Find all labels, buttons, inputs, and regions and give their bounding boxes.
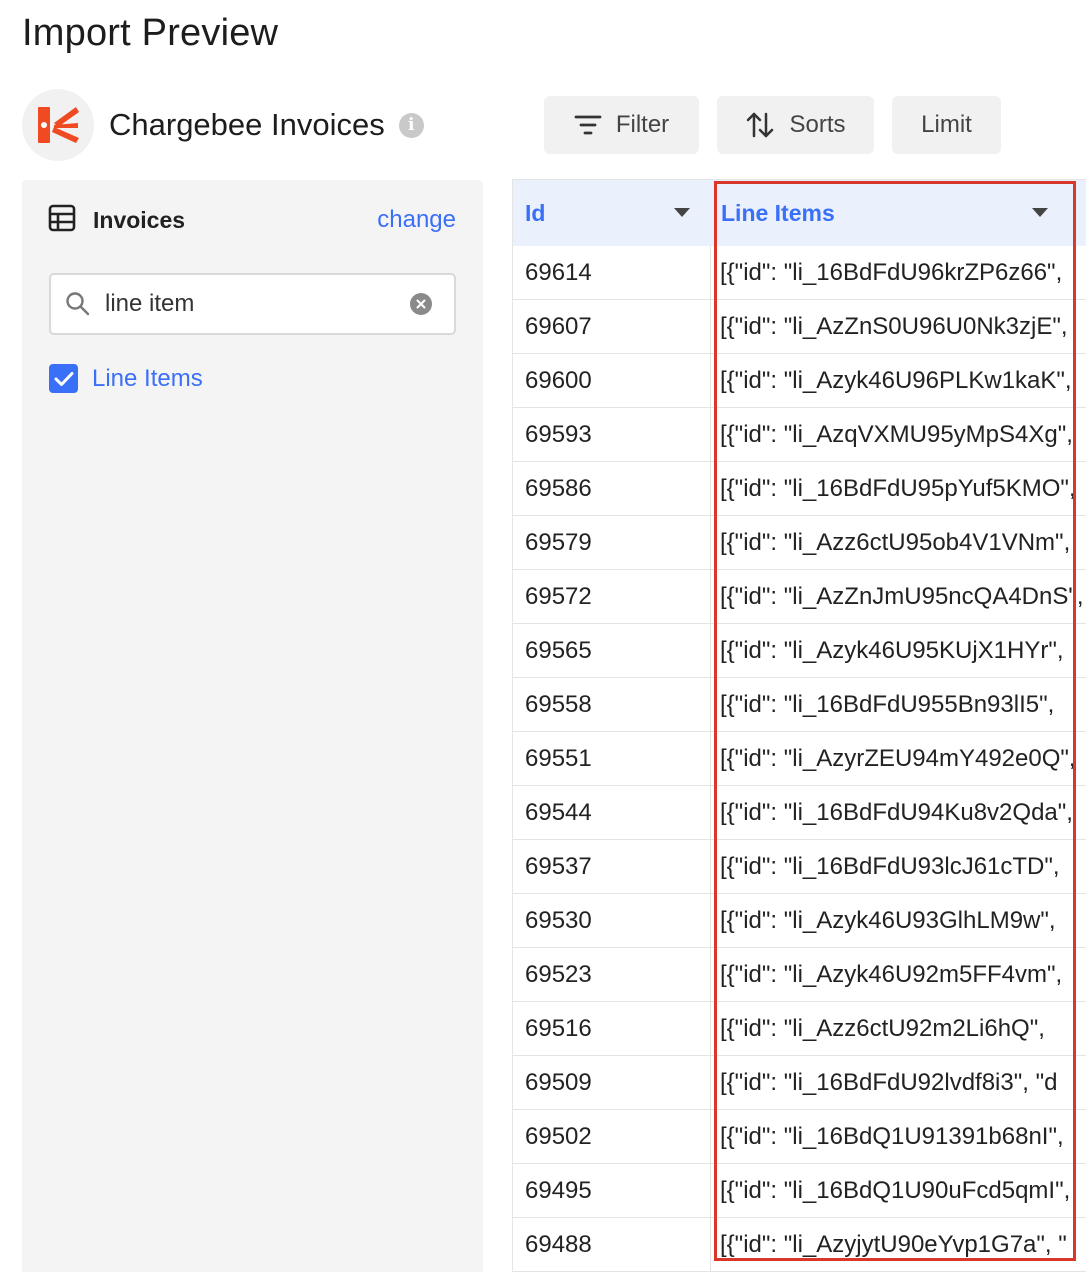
cell-line-items[interactable]: [{"id": "li_16BdFdU92lvdf8i3", "d bbox=[711, 1056, 1086, 1109]
cell-id[interactable]: 69523 bbox=[512, 948, 711, 1001]
table-row[interactable]: 69614 [{"id": "li_16BdFdU96krZP6z66", bbox=[512, 246, 1086, 300]
info-icon[interactable]: i bbox=[398, 112, 424, 138]
cell-id[interactable]: 69579 bbox=[512, 516, 711, 569]
sidebar-header: Invoices change bbox=[48, 202, 458, 238]
limit-label: Limit bbox=[921, 111, 972, 138]
search-icon bbox=[65, 291, 91, 317]
cell-line-items[interactable]: [{"id": "li_AzyjytU90eYvp1G7a", " bbox=[711, 1218, 1086, 1271]
cell-id[interactable]: 69537 bbox=[512, 840, 711, 893]
cell-id[interactable]: 69544 bbox=[512, 786, 711, 839]
cell-line-items[interactable]: [{"id": "li_16BdFdU96krZP6z66", bbox=[711, 246, 1086, 299]
table-row[interactable]: 69488 [{"id": "li_AzyjytU90eYvp1G7a", " bbox=[512, 1218, 1086, 1272]
sidebar-title: Invoices bbox=[93, 206, 186, 233]
dropdown-arrow-icon[interactable] bbox=[1032, 208, 1048, 217]
cell-id[interactable]: 69502 bbox=[512, 1110, 711, 1163]
cell-line-items[interactable]: [{"id": "li_Azyk46U96PLKw1kaK", bbox=[711, 354, 1086, 407]
cell-id[interactable]: 69586 bbox=[512, 462, 711, 515]
cell-line-items[interactable]: [{"id": "li_AzZnJmU95ncQA4DnS", bbox=[711, 570, 1086, 623]
table-row[interactable]: 69558 [{"id": "li_16BdFdU955Bn93lI5", bbox=[512, 678, 1086, 732]
cell-line-items[interactable]: [{"id": "li_16BdFdU94Ku8v2Qda", bbox=[711, 786, 1086, 839]
cell-id[interactable]: 69572 bbox=[512, 570, 711, 623]
limit-button[interactable]: Limit bbox=[892, 96, 1001, 154]
source-name: Chargebee Invoices bbox=[109, 107, 385, 142]
cell-line-items[interactable]: [{"id": "li_16BdFdU93lcJ61cTD", bbox=[711, 840, 1086, 893]
change-link[interactable]: change bbox=[377, 206, 456, 234]
table-row[interactable]: 69572 [{"id": "li_AzZnJmU95ncQA4DnS", bbox=[512, 570, 1086, 624]
cell-id[interactable]: 69614 bbox=[512, 246, 711, 299]
table-row[interactable]: 69579 [{"id": "li_Azz6ctU95ob4V1VNm", bbox=[512, 516, 1086, 570]
table-row[interactable]: 69523 [{"id": "li_Azyk46U92m5FF4vm", bbox=[512, 948, 1086, 1002]
table-row[interactable]: 69600 [{"id": "li_Azyk46U96PLKw1kaK", bbox=[512, 354, 1086, 408]
cell-id[interactable]: 69600 bbox=[512, 354, 711, 407]
cell-id[interactable]: 69593 bbox=[512, 408, 711, 461]
cell-line-items[interactable]: [{"id": "li_AzqVXMU95yMpS4Xg", bbox=[711, 408, 1086, 461]
cell-line-items[interactable]: [{"id": "li_16BdQ1U91391b68nI", bbox=[711, 1110, 1086, 1163]
filter-icon bbox=[574, 114, 602, 136]
cell-line-items[interactable]: [{"id": "li_16BdQ1U90uFcd5qmI", bbox=[711, 1164, 1086, 1217]
table-row[interactable]: 69551 [{"id": "li_AzyrZEU94mY492e0Q", bbox=[512, 732, 1086, 786]
cell-line-items[interactable]: [{"id": "li_Azyk46U93GlhLM9w", bbox=[711, 894, 1086, 947]
table-row[interactable]: 69509 [{"id": "li_16BdFdU92lvdf8i3", "d bbox=[512, 1056, 1086, 1110]
table-row[interactable]: 69516 [{"id": "li_Azz6ctU92m2Li6hQ", bbox=[512, 1002, 1086, 1056]
source-header: Chargebee Invoices i bbox=[22, 88, 424, 162]
table-row[interactable]: 69544 [{"id": "li_16BdFdU94Ku8v2Qda", bbox=[512, 786, 1086, 840]
table-body: 69614 [{"id": "li_16BdFdU96krZP6z66", 696… bbox=[512, 246, 1086, 1272]
cell-id[interactable]: 69509 bbox=[512, 1056, 711, 1109]
table-row[interactable]: 69530 [{"id": "li_Azyk46U93GlhLM9w", bbox=[512, 894, 1086, 948]
field-search[interactable] bbox=[49, 273, 456, 335]
sorts-label: Sorts bbox=[789, 111, 846, 138]
field-label: Line Items bbox=[92, 364, 203, 392]
field-item-line-items[interactable]: Line Items bbox=[49, 364, 203, 393]
cell-line-items[interactable]: [{"id": "li_Azz6ctU92m2Li6hQ", bbox=[711, 1002, 1086, 1055]
cell-id[interactable]: 69516 bbox=[512, 1002, 711, 1055]
field-sidebar: Invoices change Line Items bbox=[22, 180, 483, 1272]
cell-line-items[interactable]: [{"id": "li_Azyk46U92m5FF4vm", bbox=[711, 948, 1086, 1001]
cell-id[interactable]: 69488 bbox=[512, 1218, 711, 1271]
cell-line-items[interactable]: [{"id": "li_AzyrZEU94mY492e0Q", bbox=[711, 732, 1086, 785]
cell-line-items[interactable]: [{"id": "li_Azyk46U95KUjX1HYr", bbox=[711, 624, 1086, 677]
table-row[interactable]: 69502 [{"id": "li_16BdQ1U91391b68nI", bbox=[512, 1110, 1086, 1164]
table-header: Id Line Items bbox=[512, 180, 1086, 246]
search-input[interactable] bbox=[105, 290, 395, 318]
table-row[interactable]: 69586 [{"id": "li_16BdFdU95pYuf5KMO", bbox=[512, 462, 1086, 516]
cell-id[interactable]: 69551 bbox=[512, 732, 711, 785]
cell-id[interactable]: 69607 bbox=[512, 300, 711, 353]
clear-search-icon[interactable] bbox=[410, 293, 432, 315]
table-row[interactable]: 69565 [{"id": "li_Azyk46U95KUjX1HYr", bbox=[512, 624, 1086, 678]
page-title: Import Preview bbox=[22, 12, 279, 54]
cell-line-items[interactable]: [{"id": "li_Azz6ctU95ob4V1VNm", bbox=[711, 516, 1086, 569]
sort-arrows-icon bbox=[745, 111, 775, 139]
cell-line-items[interactable]: [{"id": "li_16BdFdU955Bn93lI5", bbox=[711, 678, 1086, 731]
column-header-label: Id bbox=[525, 199, 546, 226]
filter-label: Filter bbox=[615, 111, 670, 138]
preview-table: Id Line Items 69614 [{"id": "li_16BdFdU96… bbox=[512, 179, 1086, 1272]
cell-id[interactable]: 69565 bbox=[512, 624, 711, 677]
sorts-button[interactable]: Sorts bbox=[717, 96, 874, 154]
table-row[interactable]: 69495 [{"id": "li_16BdQ1U90uFcd5qmI", bbox=[512, 1164, 1086, 1218]
cell-id[interactable]: 69558 bbox=[512, 678, 711, 731]
table-icon bbox=[48, 204, 76, 237]
checkbox-checked-icon[interactable] bbox=[49, 364, 78, 393]
cell-line-items[interactable]: [{"id": "li_AzZnS0U96U0Nk3zjE", bbox=[711, 300, 1086, 353]
chargebee-logo-icon bbox=[22, 89, 94, 161]
cell-id[interactable]: 69530 bbox=[512, 894, 711, 947]
table-row[interactable]: 69593 [{"id": "li_AzqVXMU95yMpS4Xg", bbox=[512, 408, 1086, 462]
dropdown-arrow-icon[interactable] bbox=[674, 208, 690, 217]
column-header-label: Line Items bbox=[721, 199, 835, 226]
cell-id[interactable]: 69495 bbox=[512, 1164, 711, 1217]
column-header-line-items[interactable]: Line Items bbox=[711, 180, 1086, 246]
cell-line-items[interactable]: [{"id": "li_16BdFdU95pYuf5KMO", bbox=[711, 462, 1086, 515]
column-header-id[interactable]: Id bbox=[512, 180, 711, 246]
table-row[interactable]: 69607 [{"id": "li_AzZnS0U96U0Nk3zjE", bbox=[512, 300, 1086, 354]
table-row[interactable]: 69537 [{"id": "li_16BdFdU93lcJ61cTD", bbox=[512, 840, 1086, 894]
filter-button[interactable]: Filter bbox=[544, 96, 699, 154]
